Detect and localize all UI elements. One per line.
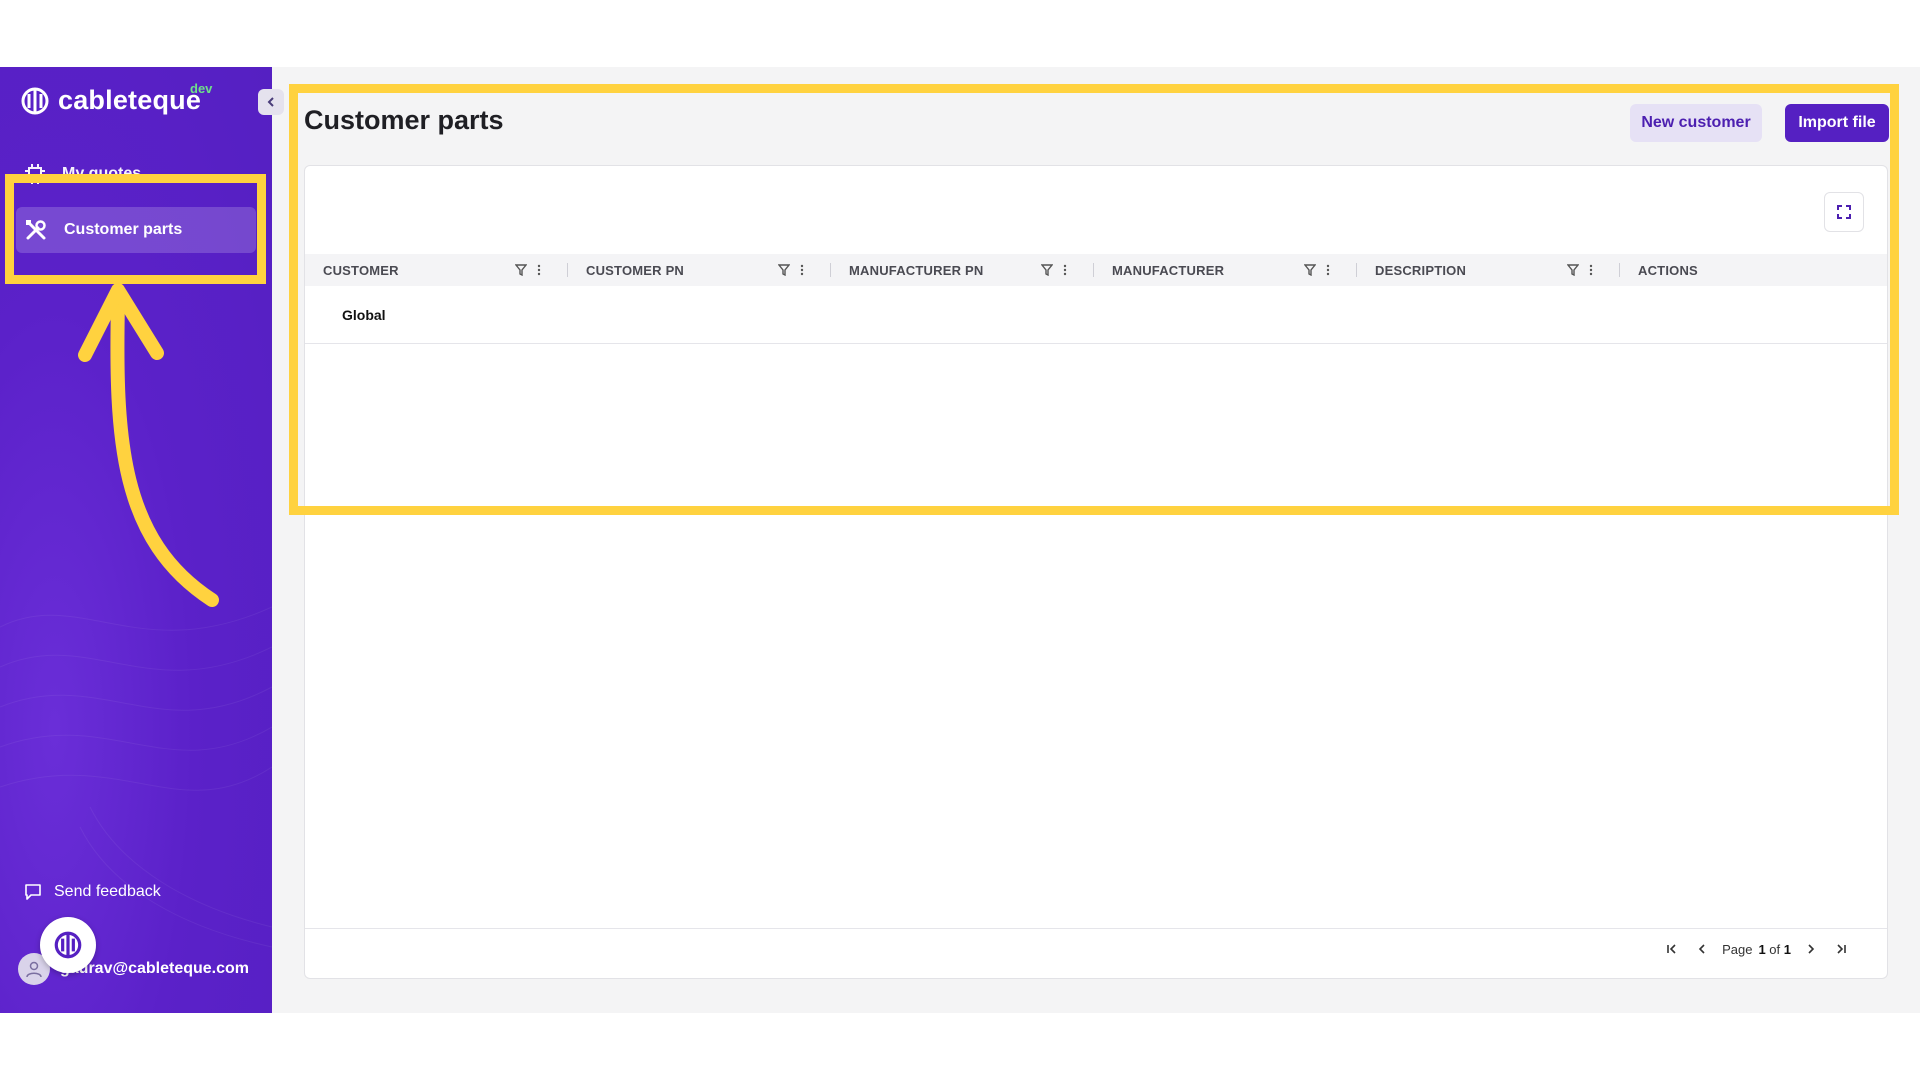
filter-icon[interactable] bbox=[1304, 264, 1316, 276]
table-header: CUSTOMER CUSTOMER PN MANUFACTURER PN MAN… bbox=[305, 254, 1887, 286]
column-label: DESCRIPTION bbox=[1375, 262, 1467, 278]
logo-icon bbox=[21, 87, 49, 114]
chevron-left-icon bbox=[267, 97, 274, 107]
page-label: Page bbox=[1722, 941, 1753, 957]
more-vertical-icon[interactable] bbox=[1326, 264, 1330, 276]
column-label: ACTIONS bbox=[1638, 262, 1698, 278]
new-customer-button[interactable]: New customer bbox=[1630, 104, 1762, 142]
column-label: CUSTOMER bbox=[323, 262, 399, 278]
column-resizer[interactable] bbox=[830, 263, 831, 277]
send-feedback-button[interactable]: Send feedback bbox=[24, 883, 161, 901]
first-page-button[interactable] bbox=[1662, 939, 1682, 959]
app-logo[interactable]: cableteque bbox=[20, 85, 201, 116]
more-vertical-icon[interactable] bbox=[537, 264, 541, 276]
column-header-customer-pn[interactable]: CUSTOMER PN bbox=[586, 254, 684, 286]
app-window: cableteque dev My quotes Customer parts bbox=[0, 67, 1920, 1013]
column-label: MANUFACTURER PN bbox=[849, 262, 984, 278]
sidebar-item-label: Customer parts bbox=[64, 221, 183, 238]
sidebar: cableteque dev My quotes Customer parts bbox=[0, 67, 272, 1013]
last-page-button[interactable] bbox=[1831, 939, 1851, 959]
column-resizer[interactable] bbox=[1093, 263, 1094, 277]
sidebar-item-my-quotes[interactable]: My quotes bbox=[16, 151, 256, 197]
expand-icon bbox=[1837, 205, 1851, 219]
filter-icon[interactable] bbox=[1041, 264, 1053, 276]
more-vertical-icon[interactable] bbox=[1589, 264, 1593, 276]
page-status: 1 of 1 bbox=[1758, 942, 1791, 957]
env-badge: dev bbox=[190, 81, 213, 96]
filter-icon[interactable] bbox=[778, 264, 790, 276]
column-header-manufacturer[interactable]: MANUFACTURER bbox=[1112, 254, 1224, 286]
tools-icon bbox=[26, 220, 46, 240]
user-icon bbox=[26, 961, 42, 978]
fullscreen-button[interactable] bbox=[1824, 192, 1864, 232]
filter-icon[interactable] bbox=[1567, 264, 1579, 276]
last-page-icon bbox=[1837, 944, 1846, 954]
column-header-actions: ACTIONS bbox=[1638, 254, 1698, 286]
column-label: MANUFACTURER bbox=[1112, 262, 1225, 278]
column-header-customer[interactable]: CUSTOMER bbox=[323, 254, 399, 286]
chevron-left-icon bbox=[1698, 944, 1705, 954]
total-pages: 1 bbox=[1783, 941, 1791, 957]
page-title: Customer parts bbox=[304, 105, 504, 135]
column-header-description[interactable]: DESCRIPTION bbox=[1375, 254, 1466, 286]
column-resizer[interactable] bbox=[567, 263, 568, 277]
main-content: Customer parts New customer Import file … bbox=[272, 67, 1920, 1013]
table-row[interactable]: Global bbox=[305, 286, 1887, 344]
logo-text: cableteque bbox=[58, 85, 202, 115]
help-widget-button[interactable] bbox=[40, 917, 96, 973]
sidebar-item-customer-parts[interactable]: Customer parts bbox=[16, 207, 256, 253]
customer-cell: Global bbox=[342, 307, 386, 323]
more-vertical-icon[interactable] bbox=[1063, 264, 1067, 276]
next-page-button[interactable] bbox=[1801, 939, 1821, 959]
collapse-sidebar-button[interactable] bbox=[258, 89, 284, 115]
first-page-icon bbox=[1667, 944, 1676, 954]
more-vertical-icon[interactable] bbox=[800, 264, 804, 276]
of-label: of bbox=[1769, 941, 1781, 957]
column-header-manufacturer-pn[interactable]: MANUFACTURER PN bbox=[849, 254, 983, 286]
column-label: CUSTOMER PN bbox=[586, 262, 685, 278]
import-file-button[interactable]: Import file bbox=[1785, 104, 1889, 142]
chevron-right-icon bbox=[1808, 944, 1815, 954]
column-resizer[interactable] bbox=[1619, 263, 1620, 277]
previous-page-button[interactable] bbox=[1692, 939, 1712, 959]
chip-icon bbox=[25, 164, 45, 184]
pagination: Page 1 of 1 bbox=[1662, 939, 1851, 959]
table-footer: Page 1 of 1 bbox=[305, 928, 1887, 978]
message-icon bbox=[25, 884, 41, 900]
send-feedback-label: Send feedback bbox=[54, 883, 161, 900]
customer-parts-table-card: CUSTOMER CUSTOMER PN MANUFACTURER PN MAN… bbox=[304, 165, 1888, 979]
filter-icon[interactable] bbox=[515, 264, 527, 276]
current-page: 1 bbox=[1758, 941, 1766, 957]
sidebar-item-label: My quotes bbox=[62, 165, 142, 182]
logo-icon bbox=[54, 931, 82, 959]
column-resizer[interactable] bbox=[1356, 263, 1357, 277]
